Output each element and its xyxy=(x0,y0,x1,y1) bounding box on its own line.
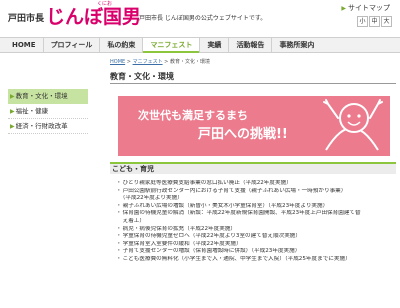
sidebar-item-economy[interactable]: ▶経済・行財政改革 xyxy=(8,119,88,134)
sidebar: ▶教育・文化・環境 ▶福祉・健康 ▶経済・行財政改革 xyxy=(8,89,88,134)
list-item: ・子育て支援センターの増設（保育園増設時に併設）（平成23年度実施） xyxy=(116,248,301,255)
nav-item-manifesto[interactable]: マニフェスト xyxy=(143,38,201,53)
page-title: 教育・文化・環境 xyxy=(110,71,396,84)
banner-tagline: 次世代も満足するまち xyxy=(138,109,248,122)
nav-item-profile[interactable]: プロフィール xyxy=(44,38,101,52)
list-item: ・保育園の待機児童の解消（新設：平成22年度新規保育園開設、平成23年度上戸田保… xyxy=(116,210,361,217)
sidebar-item-welfare[interactable]: ▶福祉・健康 xyxy=(8,104,88,119)
arrow-right-icon: ▶ xyxy=(341,5,346,12)
list-item: ・学童保育室入室要件の緩和（平成22年度実施） xyxy=(116,240,242,247)
site-tagline: 戸田市長 じんぼ国男の公式ウェブサイトです。 xyxy=(139,15,267,22)
global-nav: HOME プロフィール 私の約束 マニフェスト 実績 活動報告 事務所案内 xyxy=(0,37,400,53)
sidebar-item-label: 経済・行財政改革 xyxy=(15,122,68,130)
list-item: ・え着工） xyxy=(122,217,145,224)
sitemap-label: サイトマップ xyxy=(348,4,390,12)
sidebar-item-education[interactable]: ▶教育・文化・環境 xyxy=(8,89,88,104)
breadcrumb-home[interactable]: HOME xyxy=(110,59,125,65)
nav-item-home[interactable]: HOME xyxy=(5,38,44,52)
arrow-right-icon: ▶ xyxy=(10,123,15,130)
site-header: 戸田市長 くにお じんぼ国男 戸田市長 じんぼ国男の公式ウェブサイトです。 ▶ サ… xyxy=(0,0,400,36)
arrow-right-icon: ▶ xyxy=(10,93,15,100)
nav-item-activity-report[interactable]: 活動報告 xyxy=(229,38,273,52)
nav-item-promise[interactable]: 私の約束 xyxy=(100,38,144,52)
site-logo[interactable]: じんぼ国男 xyxy=(46,2,141,29)
list-item: ・親子ふれあい広場の増設（新曽小・美女木小学童保育室）（平成23年度より実施） xyxy=(116,202,329,209)
list-item: ・病児・病後児保育の拡充（平成22年度実施） xyxy=(116,225,237,232)
sidebar-item-label: 福祉・健康 xyxy=(15,107,49,115)
list-item: ・ひとり親家庭等医療費支給事業の窓口払い廃止（平成22年度実施） xyxy=(116,180,292,186)
breadcrumb-separator: > xyxy=(126,59,131,65)
banner-headline: 戸田への挑戦!! xyxy=(198,127,288,142)
breadcrumb-manifesto[interactable]: マニフェスト xyxy=(133,59,163,65)
breadcrumb-separator: > xyxy=(164,59,169,65)
sitemap-link[interactable]: ▶ サイトマップ xyxy=(341,3,390,13)
nav-item-achievements[interactable]: 実績 xyxy=(200,38,230,52)
breadcrumb: HOME > マニフェスト > 教育・文化・環境 xyxy=(110,58,210,65)
nav-item-office[interactable]: 事務所案内 xyxy=(272,38,321,52)
list-item: ・学童保育の待機児童ゼロへ（平成22年度より3室の建て替え順次実施） xyxy=(116,233,301,240)
breadcrumb-current: 教育・文化・環境 xyxy=(169,59,210,65)
list-item: ・（平成22年度より実施） xyxy=(122,195,183,202)
list-item: ・こども医療費の無料化（小学生まで入・通院、中学生まで入院）（平成25年度までに… xyxy=(116,255,351,262)
sidebar-item-label: 教育・文化・環境 xyxy=(15,92,68,100)
font-size-switcher: 小 中 大 xyxy=(356,16,392,27)
cheering-character-illustration xyxy=(323,99,383,151)
logo-prefix: 戸田市長 xyxy=(8,14,45,24)
policy-list: ・ひとり親家庭等医療費支給事業の窓口払い廃止（平成22年度実施） ・戸田公園駅前… xyxy=(116,180,396,264)
font-size-medium-button[interactable]: 中 xyxy=(369,16,380,27)
arrow-right-icon: ▶ xyxy=(10,108,15,115)
font-size-large-button[interactable]: 大 xyxy=(381,16,392,27)
section-heading-children: こども・育児 xyxy=(110,162,396,174)
font-size-small-button[interactable]: 小 xyxy=(357,16,368,27)
hero-banner: 次世代も満足するまち 戸田への挑戦!! xyxy=(118,96,390,156)
list-item: ・戸田公園駅前行政センター内における子育て支援（親子ふれあい広場・一時預かり事業… xyxy=(116,187,347,194)
